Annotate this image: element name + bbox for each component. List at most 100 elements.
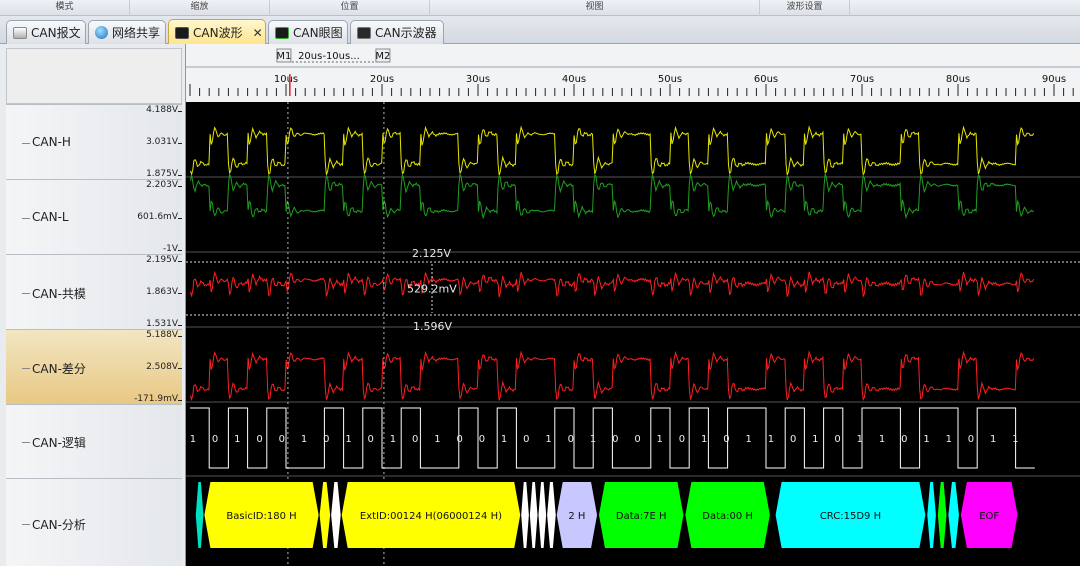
logic-bit-label: 1 bbox=[345, 434, 351, 445]
logic-bit-label: 0 bbox=[901, 434, 907, 445]
logic-bit-label: 0 bbox=[412, 434, 418, 445]
tree-branch bbox=[22, 292, 30, 294]
logic-bit-label: 1 bbox=[768, 434, 774, 445]
tab-can-eye-diagram[interactable]: CAN眼图 bbox=[268, 20, 348, 44]
channel-panel-header bbox=[6, 48, 182, 104]
logic-bit-label: 0 bbox=[212, 434, 218, 445]
logic-bit-label: 1 bbox=[190, 434, 196, 445]
channel-row[interactable]: CAN-差分 5.188V 2.508V -171.9mV bbox=[6, 329, 182, 404]
y-axis-label: 1.863V bbox=[146, 286, 178, 297]
can-waveform-app: 模式 缩放 位置 视图 波形设置 CAN报文 网络共享 CAN波形 ✕ CAN眼… bbox=[0, 0, 1080, 566]
logic-bit-label: 1 bbox=[812, 434, 818, 445]
channel-row[interactable]: CAN-逻辑 bbox=[6, 404, 182, 478]
logic-bit-label: 0 bbox=[456, 434, 462, 445]
y-axis-tick bbox=[178, 174, 182, 176]
logic-bit-label: 0 bbox=[790, 434, 796, 445]
y-axis-tick bbox=[178, 336, 182, 337]
logic-bit-label: 0 bbox=[479, 434, 485, 445]
logic-bit-label: 0 bbox=[612, 434, 618, 445]
y-axis-tick bbox=[178, 292, 182, 294]
ribbon-group-labels: 模式 缩放 位置 视图 波形设置 bbox=[0, 0, 1080, 16]
message-icon bbox=[13, 26, 27, 39]
logic-bit-label: 0 bbox=[834, 434, 840, 445]
tab-bar: CAN报文 网络共享 CAN波形 ✕ CAN眼图 CAN示波器 bbox=[0, 16, 1080, 45]
tree-branch bbox=[22, 524, 30, 525]
logic-bit-label: 1 bbox=[545, 434, 551, 445]
logic-bit-label: 1 bbox=[857, 434, 863, 445]
ruler-tick-label: 10us bbox=[274, 74, 298, 85]
marker-delta-label: 20us-10us... bbox=[298, 51, 360, 62]
logic-bit-label: 0 bbox=[279, 434, 285, 445]
channel-panel: CAN-H 4.188V 3.031V 1.875V CAN-L 2.203V 601.6m… bbox=[0, 44, 186, 566]
ruler-tick-label: 50us bbox=[658, 74, 682, 85]
tab-label: CAN报文 bbox=[31, 26, 81, 40]
analysis-field-label: Data:00 H bbox=[702, 511, 753, 522]
y-axis-label: 1.875V bbox=[146, 168, 178, 179]
tab-network-share[interactable]: 网络共享 bbox=[88, 20, 166, 44]
ruler-tick-label: 80us bbox=[946, 74, 970, 85]
channel-row[interactable]: CAN-分析 bbox=[6, 478, 182, 566]
logic-bit-label: 0 bbox=[968, 434, 974, 445]
logic-bit-label: 1 bbox=[301, 434, 307, 445]
logic-bit-label: 1 bbox=[879, 434, 885, 445]
logic-bit-label: 0 bbox=[634, 434, 640, 445]
tab-label: CAN波形 bbox=[193, 26, 243, 40]
logic-bit-label: 0 bbox=[568, 434, 574, 445]
tree-branch bbox=[22, 142, 30, 144]
channel-row[interactable]: CAN-共模 2.195V 1.863V 1.531V bbox=[6, 254, 182, 329]
analysis-field-label: CRC:15D9 H bbox=[820, 511, 881, 522]
tree-branch bbox=[22, 217, 30, 219]
tab-can-oscilloscope[interactable]: CAN示波器 bbox=[350, 20, 444, 44]
ruler-tick-label: 90us bbox=[1042, 74, 1066, 85]
ribbon-group-mode: 模式 bbox=[0, 0, 130, 16]
waveform-canvas[interactable]: 10us 20us 30us 40us 50us 60us 70us 80us 90us M1 20… bbox=[186, 44, 1080, 566]
y-axis-tick bbox=[178, 142, 182, 144]
oscilloscope-icon bbox=[357, 26, 371, 39]
y-axis-label: 2.508V bbox=[146, 361, 178, 372]
logic-bit-label: 1 bbox=[701, 434, 707, 445]
analysis-field-label: Data:7E H bbox=[616, 511, 667, 522]
y-axis-tick bbox=[178, 324, 182, 326]
channel-row[interactable]: CAN-H 4.188V 3.031V 1.875V bbox=[6, 104, 182, 179]
ruler-tick-label: 20us bbox=[370, 74, 394, 85]
logic-bit-label: 0 bbox=[523, 434, 529, 445]
close-icon[interactable]: ✕ bbox=[253, 26, 263, 40]
logic-bit-label: 1 bbox=[501, 434, 507, 445]
channel-row[interactable]: CAN-L 2.203V 601.6mV -1V bbox=[6, 179, 182, 254]
logic-bit-label: 1 bbox=[946, 434, 952, 445]
ribbon-group-zoom: 缩放 bbox=[130, 0, 270, 16]
y-axis-label: -171.9mV bbox=[134, 393, 178, 404]
y-axis-tick bbox=[178, 399, 182, 401]
channel-name: CAN-逻辑 bbox=[32, 436, 86, 450]
tab-can-waveform[interactable]: CAN波形 ✕ bbox=[168, 19, 266, 45]
globe-icon bbox=[95, 26, 108, 39]
ribbon-group-view: 视图 bbox=[430, 0, 760, 16]
y-axis-label: 5.188V bbox=[146, 330, 178, 340]
ribbon-group-position: 位置 bbox=[270, 0, 430, 16]
logic-bit-label: 1 bbox=[234, 434, 240, 445]
ruler-tick-label: 40us bbox=[562, 74, 586, 85]
channel-name: CAN-L bbox=[32, 209, 69, 224]
tree-branch bbox=[22, 367, 30, 369]
waveform-plot[interactable]: 10us 20us 30us 40us 50us 60us 70us 80us 90us M1 20… bbox=[186, 44, 1080, 566]
logic-bit-label: 0 bbox=[256, 434, 262, 445]
tab-can-messages[interactable]: CAN报文 bbox=[6, 20, 86, 44]
tab-label: CAN眼图 bbox=[293, 26, 343, 40]
ruler-tick-label: 30us bbox=[466, 74, 490, 85]
logic-bit-label: 0 bbox=[679, 434, 685, 445]
y-axis-tick bbox=[178, 261, 182, 262]
tree-branch bbox=[22, 442, 30, 443]
y-axis-tick bbox=[178, 217, 182, 219]
channel-name: CAN-H bbox=[32, 134, 71, 149]
logic-bit-label: 1 bbox=[990, 434, 996, 445]
channel-name: CAN-共模 bbox=[32, 286, 86, 301]
y-axis-tick bbox=[178, 249, 182, 251]
logic-bit-label: 1 bbox=[590, 434, 596, 445]
y-axis-label: 4.188V bbox=[146, 105, 178, 115]
logic-bit-label: 0 bbox=[723, 434, 729, 445]
logic-bit-label: 1 bbox=[1012, 434, 1018, 445]
y-axis-label: 3.031V bbox=[146, 136, 178, 147]
y-axis-tick bbox=[178, 111, 182, 112]
tab-label: CAN示波器 bbox=[375, 26, 437, 40]
y-axis-tick bbox=[178, 367, 182, 369]
